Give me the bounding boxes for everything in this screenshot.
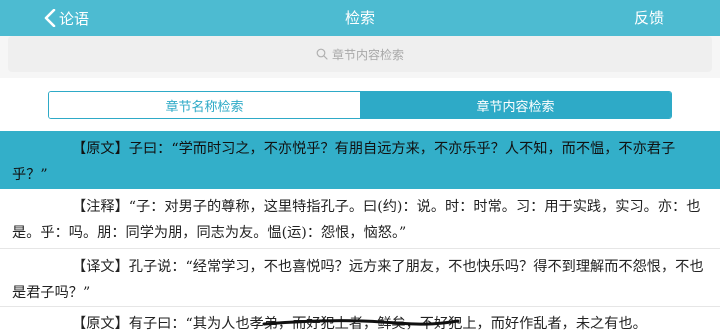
- search-placeholder: 章节内容检索: [331, 47, 404, 62]
- search-bar: 章节内容检索: [0, 36, 720, 78]
- back-button[interactable]: 论语: [44, 0, 89, 36]
- search-input[interactable]: 章节内容检索: [8, 36, 712, 72]
- nav-bar: 论语 检索 反馈: [0, 0, 720, 36]
- scribble-mark: [262, 319, 460, 326]
- feedback-button[interactable]: 反馈: [634, 0, 664, 36]
- search-icon: [316, 48, 328, 60]
- result-list: 【原文】子曰：“学而时习之，不亦悦乎？有朋自远方来，不亦乐乎？人不知，而不愠，不…: [0, 131, 720, 333]
- chevron-left-icon: [44, 9, 56, 27]
- search-mode-tabs: 章节名称检索 章节内容检索: [48, 91, 672, 119]
- page-title: 检索: [344, 9, 375, 27]
- tab-chapter-name-search[interactable]: 章节名称检索: [49, 92, 360, 118]
- back-label: 论语: [59, 9, 90, 28]
- list-item[interactable]: 【译文】孔子说：“经常学习，不也喜悦吗？远方来了朋友，不也快乐吗？得不到理解而不…: [0, 249, 720, 307]
- list-item[interactable]: 【注释】“子：对男子的尊称，这里特指孔子。曰(约)：说。时：时常。习：用于实践，…: [0, 189, 720, 249]
- list-item[interactable]: 【原文】子曰：“学而时习之，不亦悦乎？有朋自远方来，不亦乐乎？人不知，而不愠，不…: [0, 131, 720, 189]
- tab-chapter-content-search[interactable]: 章节内容检索: [360, 92, 671, 118]
